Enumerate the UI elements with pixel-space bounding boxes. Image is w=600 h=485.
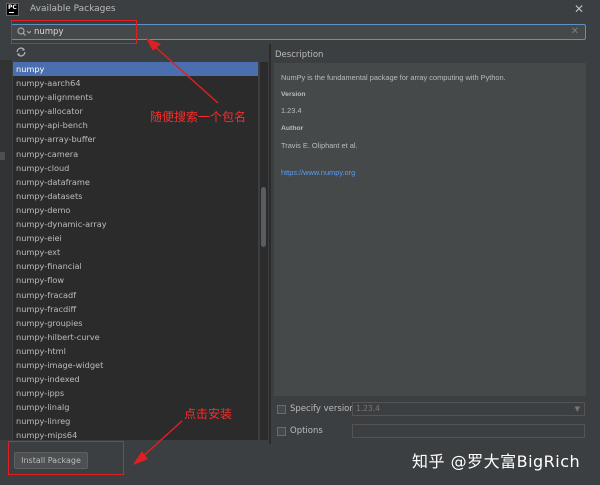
options-label: Options (290, 426, 323, 436)
strip-mark (0, 152, 5, 160)
package-list-item[interactable]: numpy-ext (13, 245, 258, 259)
package-list-item[interactable]: numpy-ipps (13, 386, 258, 400)
package-list-item[interactable]: numpy-hilbert-curve (13, 330, 258, 344)
ide-side-strip (0, 60, 12, 440)
description-summary: NumPy is the fundamental package for arr… (281, 73, 506, 82)
options-checkbox[interactable] (277, 427, 286, 436)
version-value: 1.23.4 (281, 106, 302, 115)
package-list-item[interactable]: numpy-flow (13, 273, 258, 287)
install-annotation: 点击安装 (184, 407, 233, 421)
homepage-link[interactable]: https://www.numpy.org (281, 168, 355, 177)
specify-version-label: Specify version (290, 404, 355, 414)
window-title: Available Packages (30, 4, 116, 14)
description-panel: NumPy is the fundamental package for arr… (274, 63, 586, 396)
package-list-item[interactable]: numpy-dataframe (13, 175, 258, 189)
scrollbar-thumb[interactable] (261, 187, 266, 247)
package-list-item[interactable]: numpy-datasets (13, 189, 258, 203)
author-heading: Author (281, 125, 304, 132)
package-list-item[interactable]: numpy-indexed (13, 372, 258, 386)
version-select-value: 1.23.4 (356, 404, 380, 413)
description-label: Description (275, 50, 324, 60)
panel-divider[interactable] (269, 44, 271, 444)
package-list-item[interactable]: numpy-fracdiff (13, 302, 258, 316)
package-list-item[interactable]: numpy-financial (13, 259, 258, 273)
package-list-item[interactable]: numpy-fracadf (13, 288, 258, 302)
package-list-item[interactable]: numpy-eiei (13, 231, 258, 245)
version-heading: Version (281, 91, 306, 98)
install-highlight-box (8, 441, 124, 475)
package-list-item[interactable]: numpy-mips64 (13, 428, 258, 440)
package-list-item[interactable]: numpy-html (13, 344, 258, 358)
refresh-icon[interactable] (15, 46, 27, 58)
close-icon[interactable]: ✕ (574, 2, 584, 16)
package-list-item[interactable]: numpy-dynamic-array (13, 217, 258, 231)
package-list-item[interactable]: numpy-cloud (13, 161, 258, 175)
package-list-item[interactable]: numpy-array-buffer (13, 132, 258, 146)
options-input[interactable] (352, 424, 585, 438)
search-highlight-box (11, 20, 137, 44)
package-list-item[interactable]: numpy-alignments (13, 90, 258, 104)
package-list-item[interactable]: numpy (13, 62, 258, 77)
package-list-item[interactable]: numpy-demo (13, 203, 258, 217)
clear-search-icon[interactable]: ✕ (571, 25, 579, 39)
package-list-item[interactable]: numpy-image-widget (13, 358, 258, 372)
search-annotation: 随便搜索一个包名 (150, 110, 247, 124)
chevron-down-icon: ▼ (574, 405, 580, 413)
pycharm-app-icon: PC (6, 3, 19, 16)
version-select[interactable]: 1.23.4 ▼ (352, 402, 585, 416)
package-list-item[interactable]: numpy-camera (13, 147, 258, 161)
author-value: Travis E. Oliphant et al. (281, 141, 358, 150)
package-list-scrollbar[interactable] (260, 62, 268, 440)
title-bar: PC Available Packages ✕ (0, 0, 600, 20)
package-list-item[interactable]: numpy-groupies (13, 316, 258, 330)
zhihu-watermark: 知乎 @罗大富BigRich (412, 452, 581, 471)
package-list-item[interactable]: numpy-aarch64 (13, 76, 258, 90)
specify-version-checkbox[interactable] (277, 405, 286, 414)
